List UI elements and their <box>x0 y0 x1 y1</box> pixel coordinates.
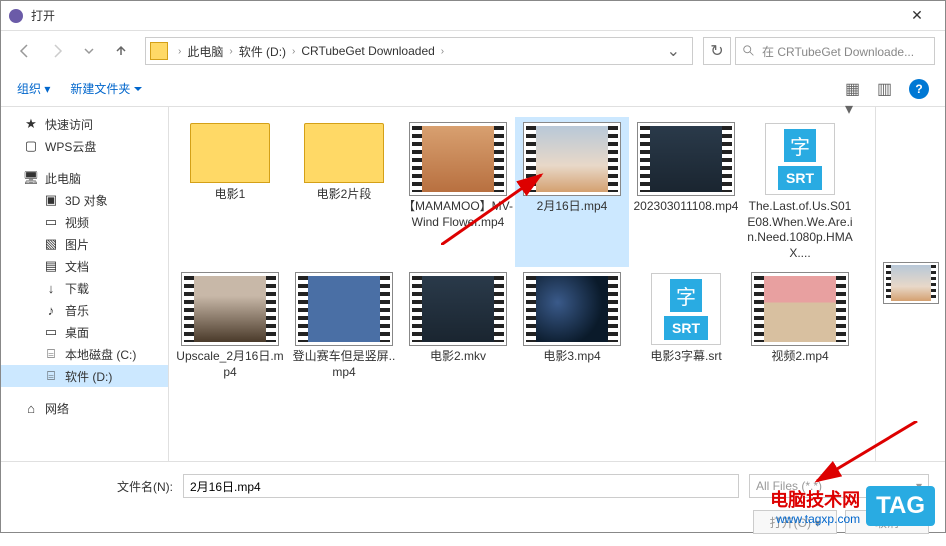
sidebar-music[interactable]: ♪音乐 <box>1 299 168 321</box>
search-input[interactable]: 在 CRTubeGet Downloade... <box>735 37 935 65</box>
search-placeholder: 在 CRTubeGet Downloade... <box>762 43 914 60</box>
video-thumb <box>410 273 506 345</box>
srt-icon: 字SRT <box>651 273 721 345</box>
cloud-icon: ▢ <box>23 138 39 154</box>
toolbar: 组织 ▾ 新建文件夹 ▦ ▾ ▥ ? <box>1 71 945 107</box>
recent-dropdown[interactable] <box>75 37 103 65</box>
file-video[interactable]: 登山赛车但是竖屏..mp4 <box>287 267 401 386</box>
sidebar-drive-c[interactable]: ⌸本地磁盘 (C:) <box>1 343 168 365</box>
file-video[interactable]: 202303011108.mp4 <box>629 117 743 267</box>
file-video[interactable]: 【MAMAMOO】MV- Wind Flower.mp4 <box>401 117 515 267</box>
chevron-right-icon[interactable]: › <box>288 46 299 57</box>
watermark-cn: 电脑技术网 <box>770 486 860 512</box>
watermark-tag: TAG <box>866 486 935 526</box>
video-thumb <box>296 273 392 345</box>
app-icon <box>9 9 23 23</box>
drive-icon: ⌸ <box>43 346 59 362</box>
video-thumb <box>752 273 848 345</box>
file-srt[interactable]: 字SRT电影3字幕.srt <box>629 267 743 386</box>
cube-icon: ▣ <box>43 192 59 208</box>
sidebar-drive-d[interactable]: ⌸软件 (D:) <box>1 365 168 387</box>
music-icon: ♪ <box>43 302 59 318</box>
file-video-selected[interactable]: 2月16日.mp4 <box>515 117 629 267</box>
chevron-right-icon[interactable]: › <box>437 46 448 57</box>
file-video[interactable]: 电影2.mkv <box>401 267 515 386</box>
folder-icon <box>190 123 270 183</box>
sidebar-downloads[interactable]: ↓下载 <box>1 277 168 299</box>
file-srt[interactable]: 字SRTThe.Last.of.Us.S01E08.When.We.Are.in… <box>743 117 857 267</box>
video-thumb <box>182 273 278 345</box>
view-list-button[interactable]: ▥ <box>877 79 897 99</box>
navbar: › 此电脑 › 软件 (D:) › CRTubeGet Downloaded ›… <box>1 31 945 71</box>
preview-thumbnail <box>884 263 938 303</box>
video-thumb <box>410 123 506 195</box>
organize-menu[interactable]: 组织 ▾ <box>17 80 50 97</box>
sidebar-wps[interactable]: ▢WPS云盘 <box>1 135 168 157</box>
sidebar-this-pc[interactable]: 🖥此电脑 <box>1 167 168 189</box>
srt-icon: 字SRT <box>765 123 835 195</box>
video-icon: ▭ <box>43 214 59 230</box>
sidebar-desktop[interactable]: ▭桌面 <box>1 321 168 343</box>
network-icon: ⌂ <box>23 400 39 416</box>
sidebar-quick-access[interactable]: ★快速访问 <box>1 113 168 135</box>
file-grid: 电影1 电影2片段 【MAMAMOO】MV- Wind Flower.mp4 2… <box>169 107 875 397</box>
file-content: 电影1 电影2片段 【MAMAMOO】MV- Wind Flower.mp4 2… <box>169 107 875 461</box>
image-icon: ▧ <box>43 236 59 252</box>
filename-input[interactable] <box>183 474 739 498</box>
view-icons-button[interactable]: ▦ ▾ <box>845 79 865 99</box>
watermark: 电脑技术网 www.tagxp.com TAG <box>770 486 935 526</box>
address-dropdown[interactable]: ⌄ <box>659 41 688 61</box>
filename-label: 文件名(N): <box>17 478 173 495</box>
window-title: 打开 <box>31 7 897 24</box>
download-icon: ↓ <box>43 280 59 296</box>
titlebar: 打开 ✕ <box>1 1 945 31</box>
sidebar-pictures[interactable]: ▧图片 <box>1 233 168 255</box>
video-thumb <box>638 123 734 195</box>
main-area: ★快速访问 ▢WPS云盘 🖥此电脑 ▣3D 对象 ▭视频 ▧图片 ▤文档 ↓下载… <box>1 107 945 461</box>
drive-icon: ⌸ <box>43 368 59 384</box>
help-button[interactable]: ? <box>909 79 929 99</box>
video-thumb <box>524 123 620 195</box>
breadcrumb-segment[interactable]: 此电脑 <box>185 43 225 60</box>
breadcrumb-segment[interactable]: CRTubeGet Downloaded <box>299 44 436 58</box>
chevron-right-icon[interactable]: › <box>225 46 236 57</box>
star-icon: ★ <box>23 116 39 132</box>
refresh-button[interactable]: ↻ <box>703 37 731 65</box>
forward-button[interactable] <box>43 37 71 65</box>
close-button[interactable]: ✕ <box>897 7 937 24</box>
sidebar-3d-objects[interactable]: ▣3D 对象 <box>1 189 168 211</box>
sidebar-documents[interactable]: ▤文档 <box>1 255 168 277</box>
file-video[interactable]: Upscale_2月16日.mp4 <box>173 267 287 386</box>
desktop-icon: ▭ <box>43 324 59 340</box>
sidebar-videos[interactable]: ▭视频 <box>1 211 168 233</box>
folder-icon <box>150 42 168 60</box>
back-button[interactable] <box>11 37 39 65</box>
pc-icon: 🖥 <box>23 170 39 186</box>
new-folder-button[interactable]: 新建文件夹 <box>70 80 142 97</box>
folder-icon <box>304 123 384 183</box>
preview-pane <box>875 107 945 461</box>
up-button[interactable] <box>107 37 135 65</box>
document-icon: ▤ <box>43 258 59 274</box>
search-icon <box>742 44 756 58</box>
address-bar[interactable]: › 此电脑 › 软件 (D:) › CRTubeGet Downloaded ›… <box>145 37 693 65</box>
sidebar-network[interactable]: ⌂网络 <box>1 397 168 419</box>
breadcrumb-segment[interactable]: 软件 (D:) <box>237 43 288 60</box>
file-folder[interactable]: 电影2片段 <box>287 117 401 267</box>
video-thumb <box>524 273 620 345</box>
file-video[interactable]: 电影3.mp4 <box>515 267 629 386</box>
file-video[interactable]: 视频2.mp4 <box>743 267 857 386</box>
watermark-url: www.tagxp.com <box>770 512 860 526</box>
chevron-right-icon[interactable]: › <box>174 46 185 57</box>
sidebar: ★快速访问 ▢WPS云盘 🖥此电脑 ▣3D 对象 ▭视频 ▧图片 ▤文档 ↓下载… <box>1 107 169 461</box>
file-folder[interactable]: 电影1 <box>173 117 287 267</box>
